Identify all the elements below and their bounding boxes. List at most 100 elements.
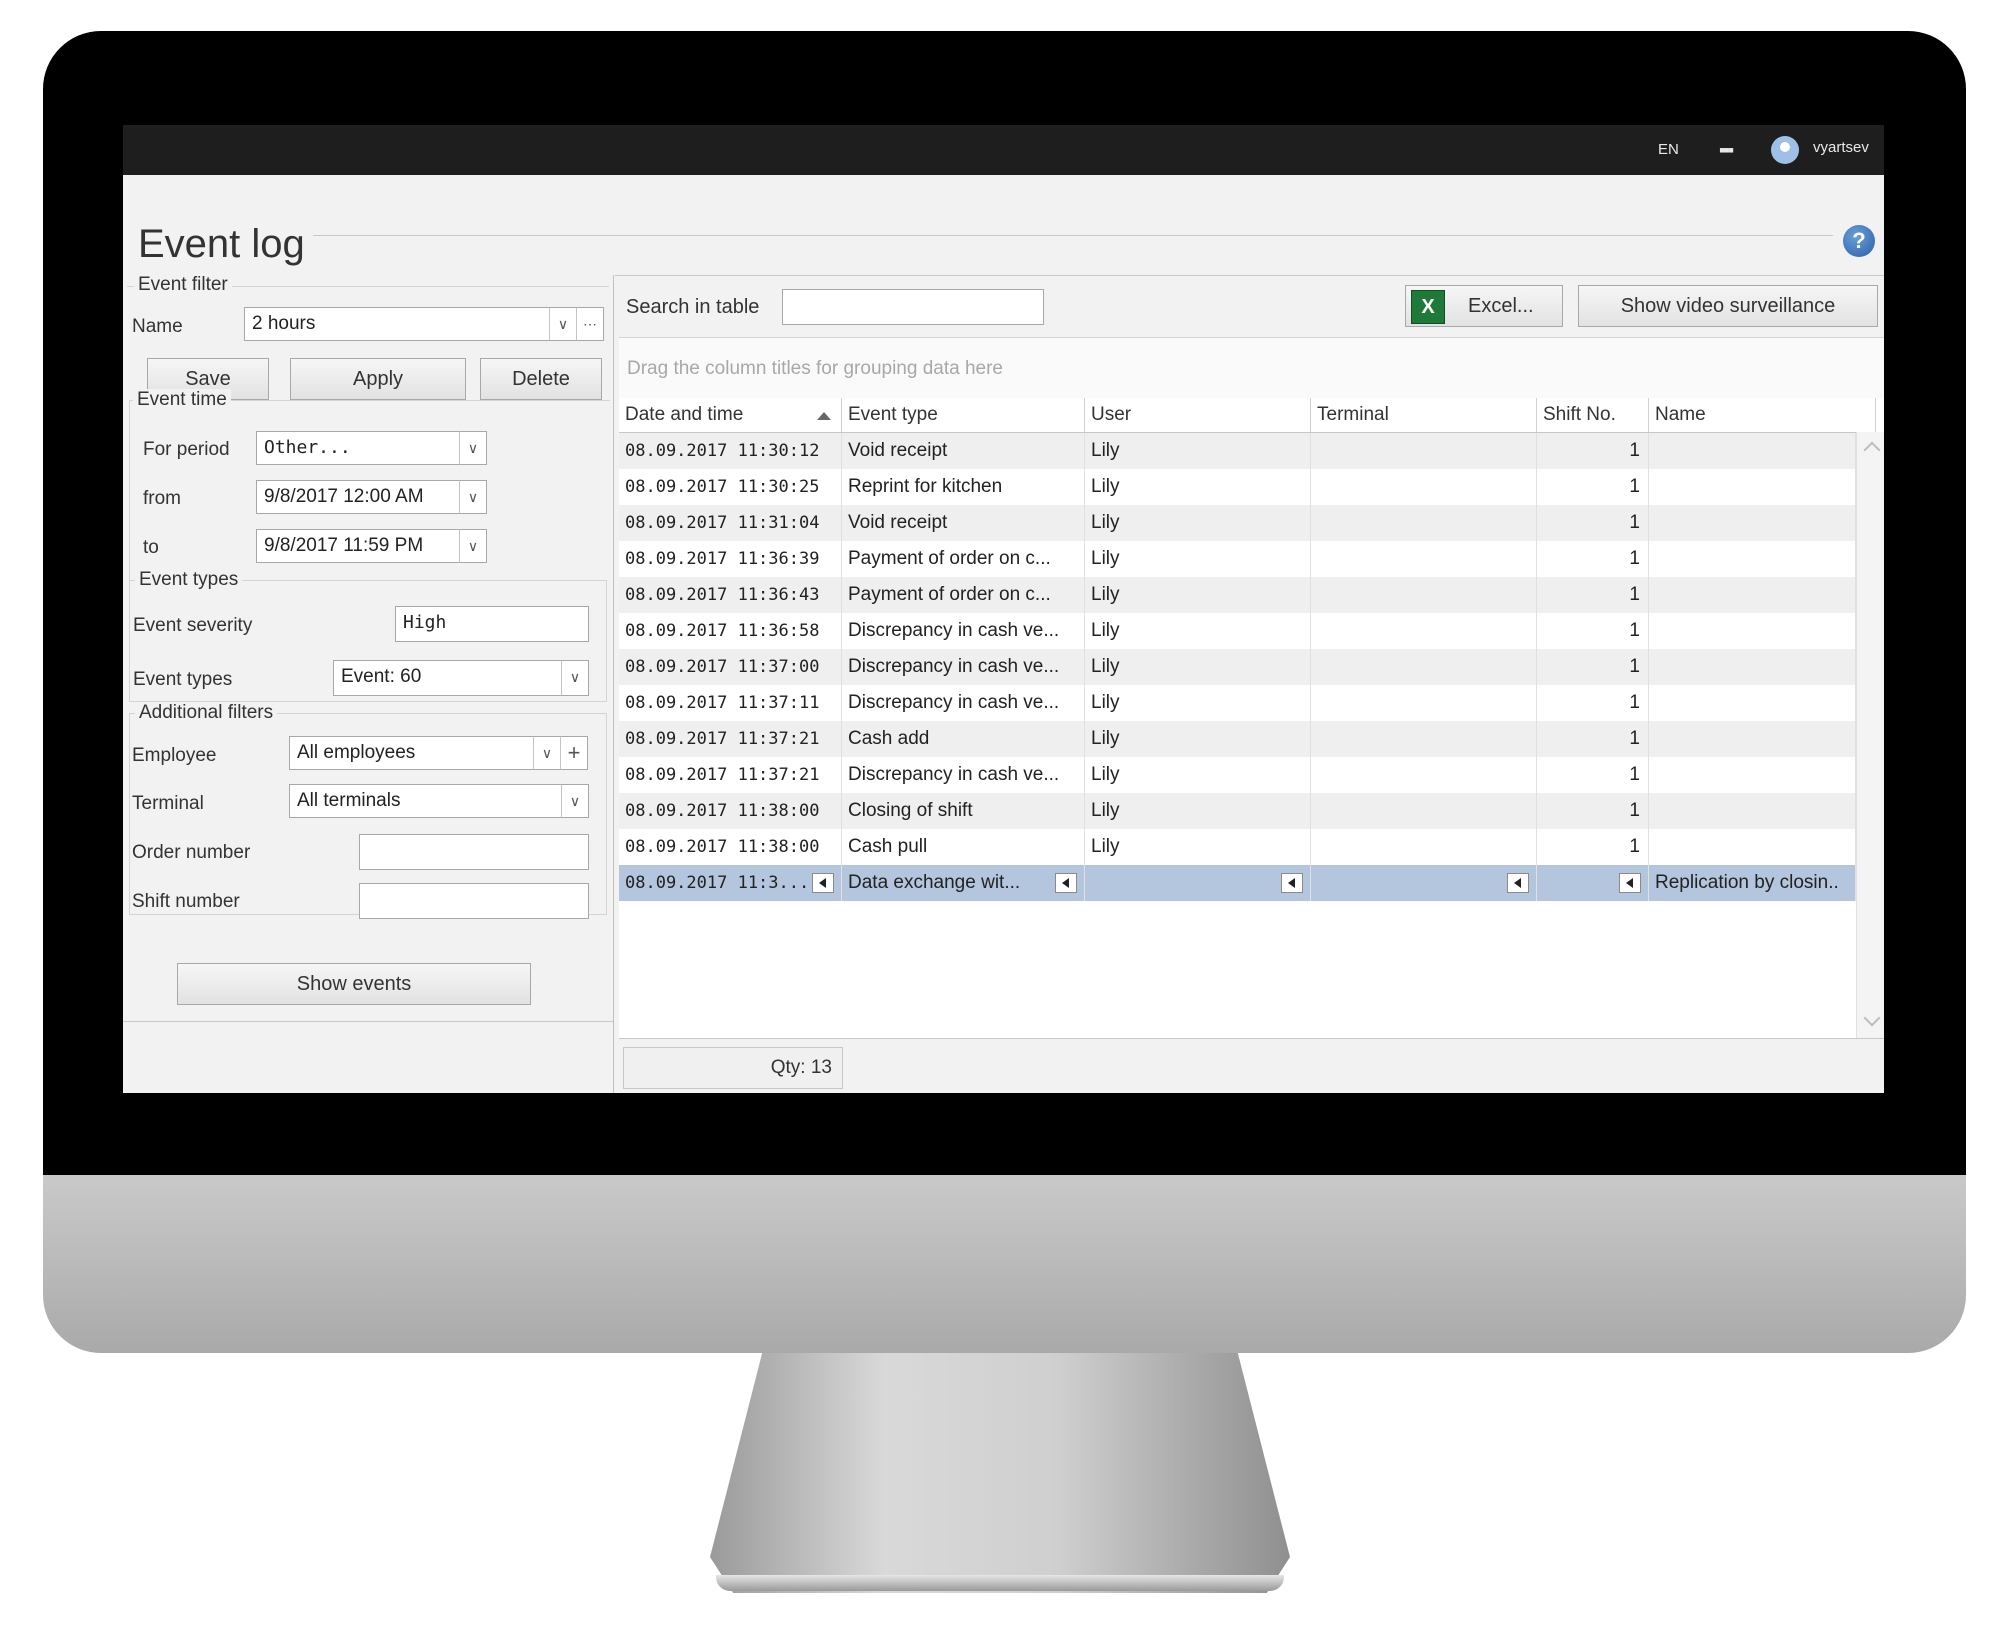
table-cell: Cash pull (842, 829, 1085, 865)
table-row-selected[interactable]: 08.09.2017 11:3... Data exchange wit... Re… (619, 865, 1856, 901)
table-row[interactable]: 08.09.2017 11:36:43 Payment of order on c… (619, 577, 1856, 613)
events-panel: Search in table X Excel... Show video su… (615, 275, 1884, 1093)
employee-select[interactable]: All employees (289, 736, 534, 770)
chevron-down-icon[interactable]: ∨ (561, 660, 589, 696)
cell-text: Cash add (848, 728, 930, 749)
app-screen: EN ▪▪▪ vyartsev Event log ? Event filter… (123, 125, 1884, 1093)
column-header-user[interactable]: User (1085, 398, 1311, 432)
table-cell (1649, 577, 1856, 613)
cell-text: 08.09.2017 11:37:21 (625, 729, 820, 749)
delete-button[interactable]: Delete (480, 358, 602, 400)
table-cell (1311, 613, 1537, 649)
shift-number-field[interactable] (359, 883, 589, 919)
filter-name-field[interactable]: 2 hours (244, 307, 550, 341)
chevron-down-icon[interactable]: ∨ (549, 307, 577, 341)
table-cell: Payment of order on c... (842, 577, 1085, 613)
user-avatar-icon[interactable] (1771, 136, 1799, 164)
table-row[interactable]: 08.09.2017 11:30:25 Reprint for kitchen Li… (619, 469, 1856, 505)
period-select[interactable]: Other... (256, 431, 460, 465)
cell-text: Lily (1091, 512, 1120, 533)
cell-text: Lily (1091, 476, 1120, 497)
column-header-terminal[interactable]: Terminal (1311, 398, 1537, 432)
user-name[interactable]: vyartsev (1813, 139, 1869, 156)
cell-text: Discrepancy in cash ve... (848, 620, 1060, 641)
scroll-down-icon[interactable] (1863, 1009, 1881, 1027)
table-cell: Void receipt (842, 433, 1085, 469)
cell-text: Lily (1091, 728, 1120, 749)
table-cell: 08.09.2017 11:37:21 (619, 757, 842, 793)
scroll-up-icon[interactable] (1863, 441, 1881, 459)
cell-text: 1 (1629, 800, 1640, 821)
expand-left-icon[interactable] (1281, 873, 1303, 893)
cell-text: Lily (1091, 836, 1120, 857)
table-cell: Discrepancy in cash ve... (842, 613, 1085, 649)
chevron-down-icon[interactable]: ∨ (533, 736, 561, 770)
chevron-down-icon[interactable]: ∨ (459, 431, 487, 465)
search-input[interactable] (782, 289, 1044, 325)
order-number-field[interactable] (359, 834, 589, 870)
table-row[interactable]: 08.09.2017 11:31:04 Void receipt Lily 1 (619, 505, 1856, 541)
expand-left-icon[interactable] (1619, 873, 1641, 893)
expand-left-icon[interactable] (812, 873, 834, 893)
cell-text: Data exchange wit... (848, 872, 1021, 893)
table-row[interactable]: 08.09.2017 11:37:00 Discrepancy in cash v… (619, 649, 1856, 685)
terminal-select[interactable]: All terminals (289, 784, 562, 818)
table-cell (1649, 433, 1856, 469)
table-footer: Qty: 13 (619, 1038, 1884, 1093)
excel-export-button[interactable]: X Excel... (1405, 285, 1563, 327)
table-cell (1311, 505, 1537, 541)
table-row[interactable]: 08.09.2017 11:36:39 Payment of order on c… (619, 541, 1856, 577)
event-types-select[interactable]: Event: 60 (333, 660, 562, 696)
cell-text: 1 (1629, 584, 1640, 605)
period-label: For period (143, 439, 230, 460)
table-row[interactable]: 08.09.2017 11:38:00 Cash pull Lily 1 (619, 829, 1856, 865)
cell-text: 1 (1629, 728, 1640, 749)
language-switch[interactable]: EN (1658, 141, 1679, 158)
apply-button[interactable]: Apply (290, 358, 466, 400)
table-cell: Closing of shift (842, 793, 1085, 829)
table-cell: Lily (1085, 793, 1311, 829)
table-cell: Void receipt (842, 505, 1085, 541)
expand-left-icon[interactable] (1055, 873, 1077, 893)
show-events-button[interactable]: Show events (177, 963, 531, 1005)
table-cell: Lily (1085, 685, 1311, 721)
cell-text: 08.09.2017 11:31:04 (625, 513, 820, 533)
table-cell: 08.09.2017 11:30:25 (619, 469, 842, 505)
table-cell: 08.09.2017 11:36:43 (619, 577, 842, 613)
top-bar: EN ▪▪▪ vyartsev (123, 125, 1884, 175)
show-video-button[interactable]: Show video surveillance (1578, 285, 1878, 327)
column-header-shift[interactable]: Shift No. (1537, 398, 1649, 432)
grouping-area[interactable]: Drag the column titles for grouping data… (619, 337, 1884, 399)
table-row[interactable]: 08.09.2017 11:38:00 Closing of shift Lily 1 (619, 793, 1856, 829)
cell-text: Void receipt (848, 440, 948, 461)
chevron-down-icon[interactable]: ∨ (561, 784, 589, 818)
table-cell: Lily (1085, 613, 1311, 649)
severity-field[interactable]: High (395, 606, 589, 642)
table-row[interactable]: 08.09.2017 11:37:21 Cash add Lily 1 (619, 721, 1856, 757)
from-date-field[interactable]: 9/8/2017 12:00 AM (256, 480, 460, 514)
cell-text: Void receipt (848, 512, 948, 533)
to-date-field[interactable]: 9/8/2017 11:59 PM (256, 529, 460, 563)
help-icon[interactable]: ? (1843, 225, 1875, 257)
cell-text: 08.09.2017 11:37:00 (625, 657, 820, 677)
chevron-down-icon[interactable]: ∨ (459, 480, 487, 514)
table-row[interactable]: 08.09.2017 11:36:58 Discrepancy in cash v… (619, 613, 1856, 649)
vertical-scrollbar[interactable] (1856, 432, 1884, 1038)
table-row[interactable]: 08.09.2017 11:37:21 Discrepancy in cash v… (619, 757, 1856, 793)
table-cell: 1 (1537, 577, 1649, 613)
plus-icon[interactable]: + (560, 736, 588, 770)
grid-icon[interactable]: ▪▪▪ (1719, 140, 1734, 161)
chevron-down-icon[interactable]: ∨ (459, 529, 487, 563)
table-cell: Cash add (842, 721, 1085, 757)
table-cell: Lily (1085, 721, 1311, 757)
table-cell: Lily (1085, 757, 1311, 793)
column-header-name[interactable]: Name (1649, 398, 1876, 432)
table-row[interactable]: 08.09.2017 11:30:12 Void receipt Lily 1 (619, 433, 1856, 469)
column-header-date[interactable]: Date and time (619, 398, 842, 432)
expand-left-icon[interactable] (1507, 873, 1529, 893)
more-icon[interactable]: ⋯ (576, 307, 604, 341)
cell-text: Lily (1091, 692, 1120, 713)
table-row[interactable]: 08.09.2017 11:37:11 Discrepancy in cash v… (619, 685, 1856, 721)
cell-text: 08.09.2017 11:37:11 (625, 693, 820, 713)
column-header-event-type[interactable]: Event type (842, 398, 1085, 432)
